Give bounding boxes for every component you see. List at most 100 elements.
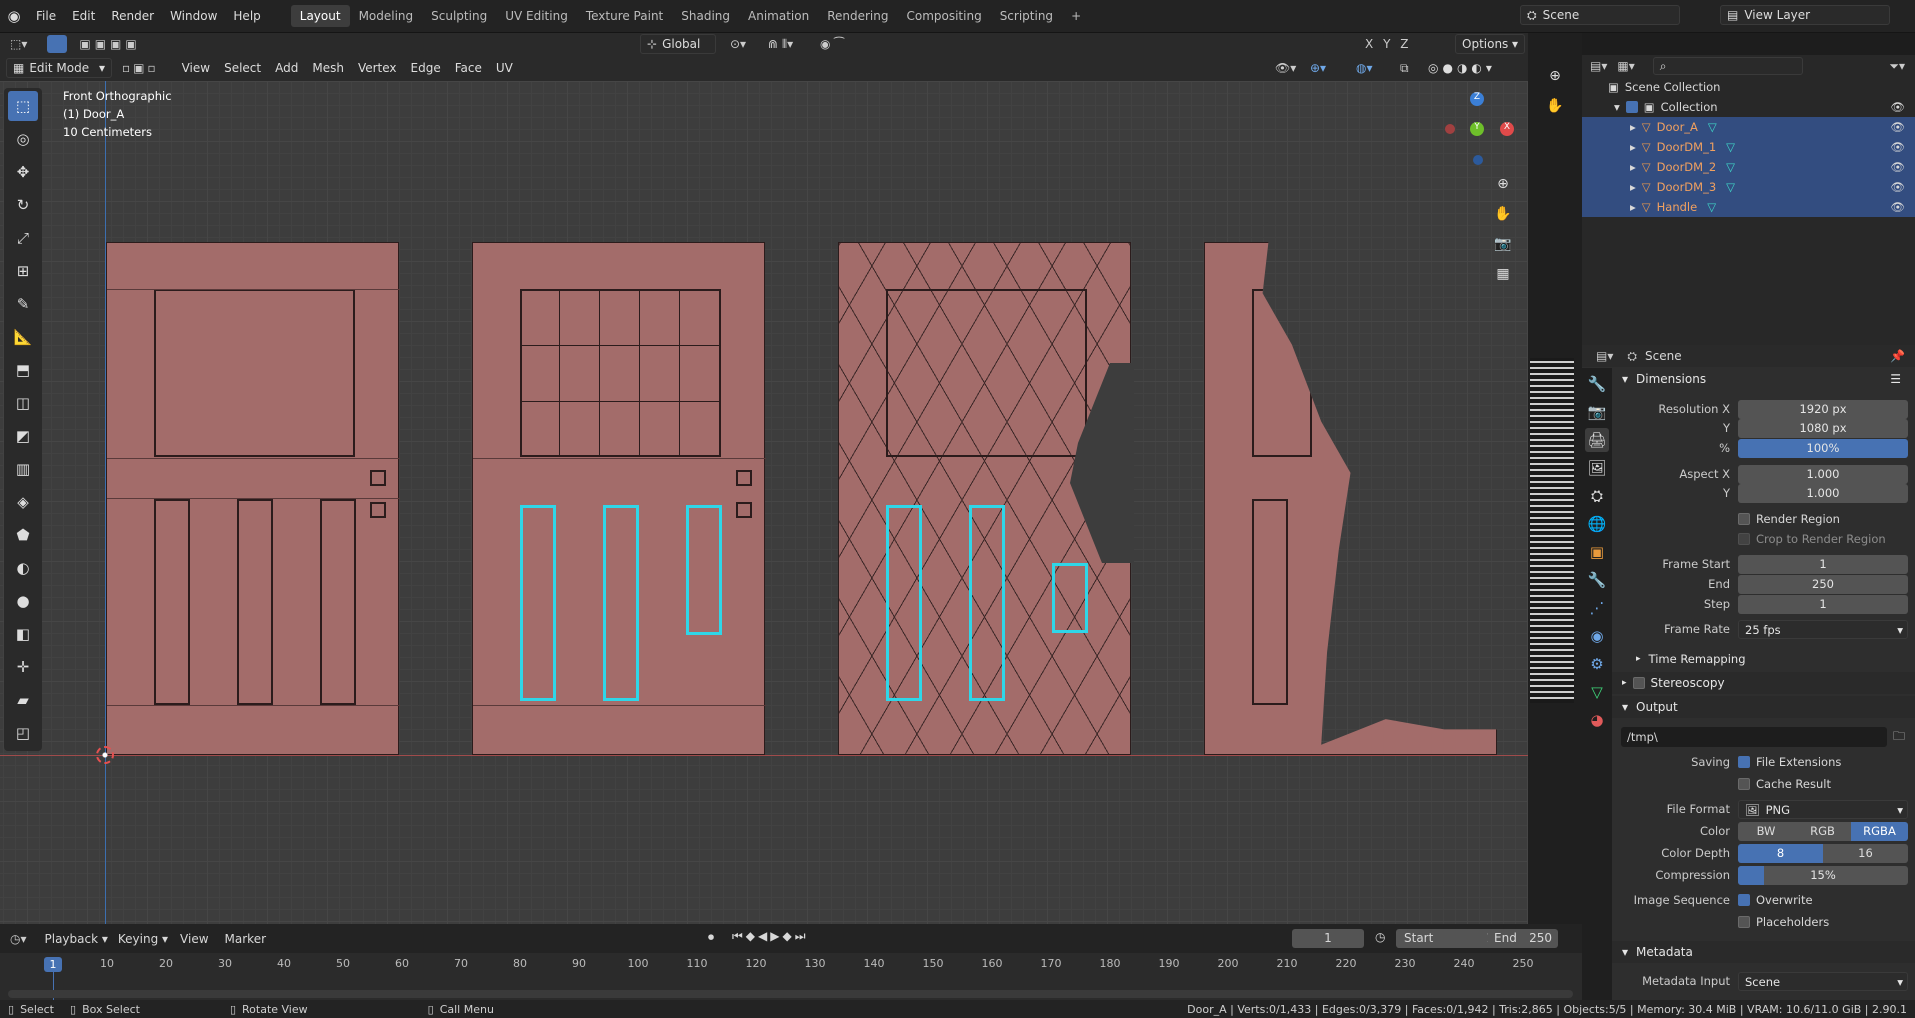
resolution-y-field[interactable]: 1080 px: [1738, 418, 1908, 438]
scene-selector[interactable]: ⛭ Scene: [1520, 5, 1680, 25]
menu-help[interactable]: Help: [225, 9, 268, 23]
bevel-tool-icon[interactable]: ◩: [8, 421, 38, 451]
end-frame-field[interactable]: End 250: [1488, 929, 1558, 948]
playback-menu[interactable]: Playback ▾: [45, 932, 108, 946]
material-tab-icon[interactable]: ◕: [1585, 708, 1609, 732]
frame-rate-dropdown[interactable]: 25 fps ▾: [1738, 619, 1908, 639]
expand-arrow-icon[interactable]: ▸: [1630, 140, 1636, 154]
modifier-tab-icon[interactable]: 🔧: [1585, 568, 1609, 592]
time-remapping-subpanel[interactable]: ▸ Time Remapping: [1612, 648, 1915, 670]
timeline-view-menu[interactable]: View: [180, 932, 208, 946]
pan-hand-icon[interactable]: ✋: [1490, 201, 1516, 227]
tab-shading[interactable]: Shading: [672, 5, 739, 27]
tab-modeling[interactable]: Modeling: [350, 5, 423, 27]
tab-scripting[interactable]: Scripting: [991, 5, 1062, 27]
tab-layout[interactable]: Layout: [290, 5, 350, 27]
visibility-icon[interactable]: 👁▾: [1275, 61, 1296, 75]
options-dropdown[interactable]: Options ▾: [1455, 34, 1525, 54]
loop-cut-tool-icon[interactable]: ▥: [8, 454, 38, 484]
3d-cursor-icon[interactable]: [96, 746, 114, 764]
select-mode-icons[interactable]: ▣▣▣▣: [79, 37, 140, 51]
menu-vertex[interactable]: Vertex: [351, 61, 404, 75]
pivot-icon[interactable]: ⊙▾: [730, 37, 746, 51]
current-frame-field[interactable]: 1: [1292, 929, 1364, 948]
tool-tab-icon[interactable]: 🔧: [1585, 372, 1609, 396]
tab-sculpting[interactable]: Sculpting: [422, 5, 496, 27]
cache-result-checkbox[interactable]: [1738, 778, 1750, 790]
menu-add[interactable]: Add: [268, 61, 305, 75]
extrude-tool-icon[interactable]: ⬒: [8, 355, 38, 385]
outliner-collection[interactable]: ▾ ▣ Collection 👁: [1582, 97, 1915, 117]
color-rgb-button[interactable]: RGB: [1794, 821, 1851, 841]
physics-tab-icon[interactable]: ◉: [1585, 624, 1609, 648]
keying-menu[interactable]: Keying ▾: [118, 932, 168, 946]
neg-z-axis-icon[interactable]: [1473, 155, 1483, 165]
menu-edit[interactable]: Edit: [64, 9, 103, 23]
eye-icon[interactable]: 👁: [1890, 140, 1905, 154]
menu-select[interactable]: Select: [217, 61, 268, 75]
outliner-item-doordm-3[interactable]: ▸ ▽ DoorDM_3 ▽ 👁: [1582, 177, 1915, 197]
door-dm-1[interactable]: [472, 242, 766, 755]
menu-render[interactable]: Render: [103, 9, 162, 23]
color-bw-button[interactable]: BW: [1738, 821, 1794, 841]
tab-rendering[interactable]: Rendering: [818, 5, 897, 27]
blender-logo-icon[interactable]: ◉: [0, 2, 28, 30]
dimensions-panel-header[interactable]: ▾ Dimensions ☰: [1612, 368, 1915, 390]
outliner-item-handle[interactable]: ▸ ▽ Handle ▽ 👁: [1582, 197, 1915, 217]
metadata-input-dropdown[interactable]: Scene ▾: [1738, 971, 1908, 991]
menu-uv[interactable]: UV: [489, 61, 520, 75]
expand-arrow-icon[interactable]: ▸: [1630, 200, 1636, 214]
shrink-fatten-tool-icon[interactable]: ✛: [8, 652, 38, 682]
menu-mesh[interactable]: Mesh: [305, 61, 351, 75]
gizmo-icon[interactable]: ⊕▾: [1310, 61, 1326, 75]
ortho-grid-icon[interactable]: ▦: [1490, 261, 1516, 287]
filter-icon[interactable]: ⏷▾: [1889, 59, 1905, 74]
world-tab-icon[interactable]: 🌐: [1585, 512, 1609, 536]
measure-tool-icon[interactable]: 📐: [8, 322, 38, 352]
tab-uv-editing[interactable]: UV Editing: [496, 5, 577, 27]
tab-compositing[interactable]: Compositing: [897, 5, 990, 27]
expand-arrow-icon[interactable]: ▸: [1630, 120, 1636, 134]
cache-result-row[interactable]: Cache Result: [1612, 774, 1915, 794]
add-workspace-icon[interactable]: +: [1062, 5, 1090, 27]
select-mode-vertex-edge-face[interactable]: ▫▣▫: [122, 61, 159, 75]
view-layer-tab-icon[interactable]: 🖼: [1585, 456, 1609, 480]
aspect-y-field[interactable]: 1.000: [1738, 483, 1908, 503]
overwrite-checkbox[interactable]: [1738, 894, 1750, 906]
file-format-dropdown[interactable]: 🖼 PNG ▾: [1738, 799, 1908, 819]
z-axis-icon[interactable]: Z: [1470, 92, 1484, 106]
frame-end-field[interactable]: 250: [1738, 574, 1908, 594]
poly-build-tool-icon[interactable]: ⬟: [8, 520, 38, 550]
eye-icon[interactable]: 👁: [1890, 180, 1905, 194]
menu-edge[interactable]: Edge: [404, 61, 448, 75]
display-mode-icon[interactable]: ▦▾: [1617, 59, 1634, 73]
depth-16-button[interactable]: 16: [1823, 843, 1908, 863]
edge-slide-tool-icon[interactable]: ◧: [8, 619, 38, 649]
resolution-percent-slider[interactable]: 100%: [1738, 438, 1908, 458]
menu-face[interactable]: Face: [448, 61, 489, 75]
render-region-checkbox[interactable]: [1738, 513, 1750, 525]
view-layer-selector[interactable]: ▤ View Layer: [1720, 5, 1890, 25]
eye-icon[interactable]: 👁: [1890, 100, 1905, 114]
menu-window[interactable]: Window: [162, 9, 225, 23]
eye-icon[interactable]: 👁: [1890, 200, 1905, 214]
record-icon[interactable]: ⏺: [708, 930, 714, 945]
expand-arrow-icon[interactable]: ▸: [1630, 160, 1636, 174]
select-box-icon[interactable]: ⬚: [8, 91, 38, 121]
shading-mode-icons[interactable]: ◎●◑◐▾: [1428, 61, 1496, 75]
playhead[interactable]: 1: [44, 957, 62, 972]
resolution-x-field[interactable]: 1920 px: [1738, 399, 1908, 419]
smooth-tool-icon[interactable]: ●: [8, 586, 38, 616]
overlay-icon[interactable]: ◍▾: [1356, 61, 1373, 75]
list-icon[interactable]: ☰: [1890, 372, 1901, 386]
neg-x-axis-icon[interactable]: [1445, 124, 1455, 134]
constraints-tab-icon[interactable]: ⚙: [1585, 652, 1609, 676]
move-tool-icon[interactable]: ✥: [8, 157, 38, 187]
output-panel-header[interactable]: ▾ Output: [1612, 696, 1915, 718]
menu-view[interactable]: View: [175, 61, 217, 75]
timeline-scrollbar[interactable]: [8, 990, 1573, 998]
scale-tool-icon[interactable]: ⤢: [8, 223, 38, 253]
render-tab-icon[interactable]: 📷: [1585, 400, 1609, 424]
output-tab-icon[interactable]: 🖨: [1585, 428, 1609, 452]
shear-tool-icon[interactable]: ▰: [8, 685, 38, 715]
